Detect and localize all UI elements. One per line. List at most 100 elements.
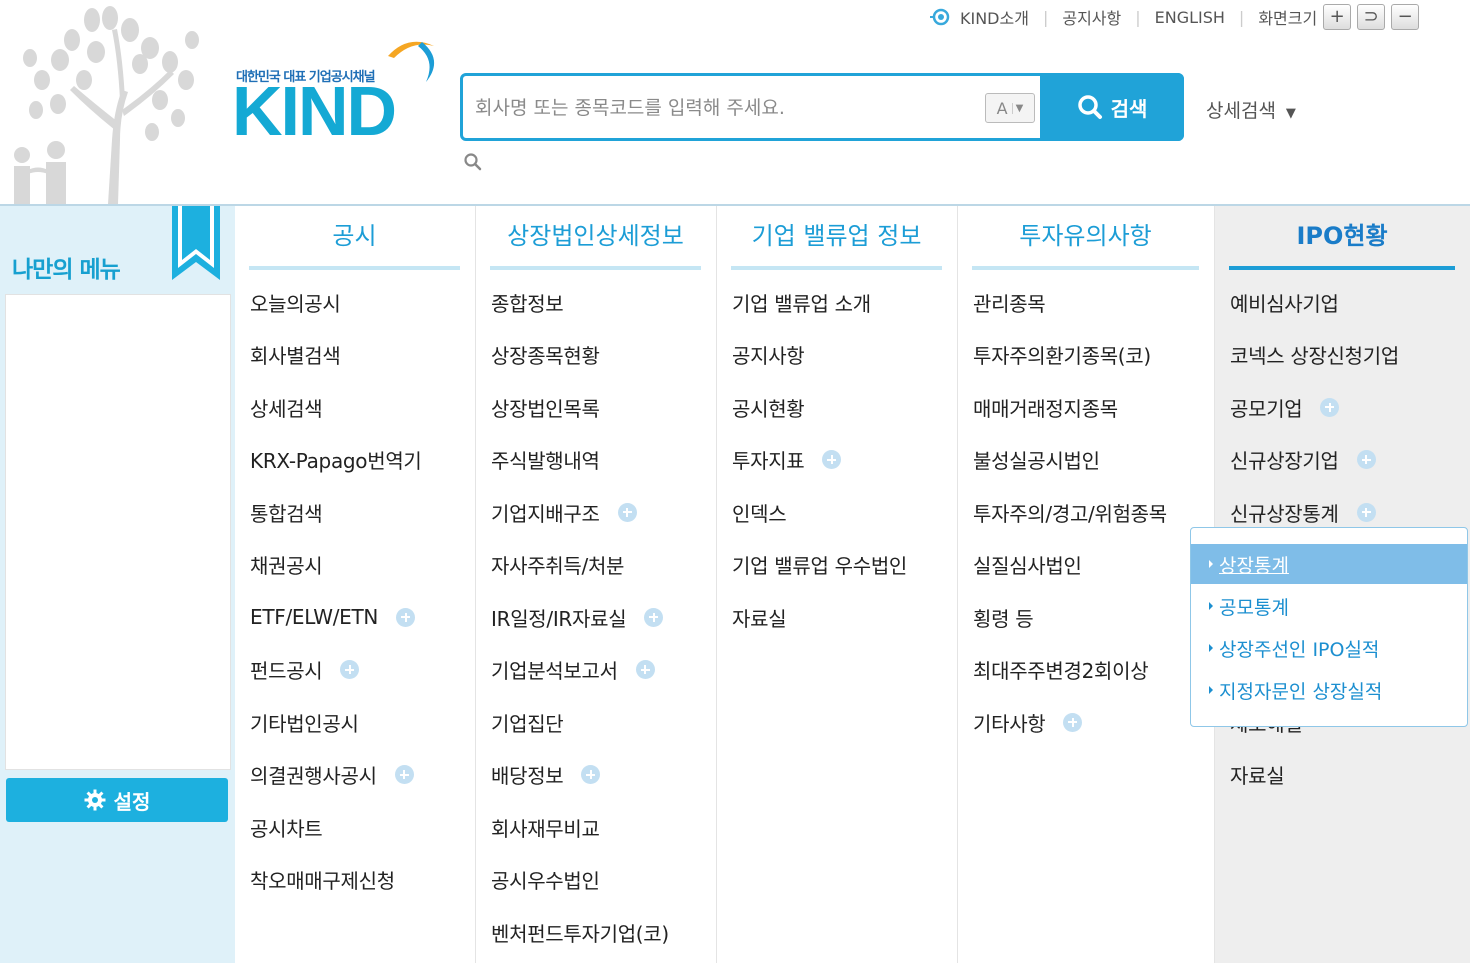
menu-item[interactable]: 기업분석보고서 xyxy=(491,644,669,697)
ipo-stats-submenu: 상장통계공모통계상장주선인 IPO실적지정자문인 상장실적 xyxy=(1190,527,1468,727)
expand-plus-icon[interactable] xyxy=(617,502,637,522)
menu-item[interactable]: 자료실 xyxy=(1230,749,1399,802)
menu-item[interactable]: 상세검색 xyxy=(250,381,422,434)
magnifier-icon[interactable] xyxy=(463,152,483,172)
menu-item[interactable]: 관리종목 xyxy=(973,276,1167,329)
submenu-item[interactable]: 지정자문인 상장실적 xyxy=(1191,670,1467,710)
kind-logo[interactable]: 대한민국 대표 기업공시채널 KIND xyxy=(232,36,442,146)
menu-column-title[interactable]: IPO현황 xyxy=(1229,218,1455,270)
menu-column-title[interactable]: 기업 밸류업 정보 xyxy=(731,218,942,270)
menu-item[interactable]: 투자주의/경고/위험종목 xyxy=(973,486,1167,539)
expand-plus-icon[interactable] xyxy=(1356,450,1376,470)
util-link-kind-intro[interactable]: KIND소개 xyxy=(960,5,1029,29)
menu-item[interactable]: 인덱스 xyxy=(732,486,907,539)
menu-item-list: 오늘의공시 회사별검색 상세검색 KRX-Papago번역기 통합검색 채권공시 ETF/E… xyxy=(250,276,422,906)
menu-item[interactable]: 예비심사기업 xyxy=(1230,276,1399,329)
submenu-item[interactable]: 상장주선인 IPO실적 xyxy=(1191,628,1467,668)
menu-item[interactable]: 불성실공시법인 xyxy=(973,434,1167,487)
menu-item[interactable]: 상장종목현황 xyxy=(491,329,669,382)
menu-item[interactable]: 공시차트 xyxy=(250,801,422,854)
submenu-item[interactable]: 공모통계 xyxy=(1191,586,1467,626)
expand-plus-icon[interactable] xyxy=(822,450,842,470)
menu-item[interactable]: 자사주취득/처분 xyxy=(491,539,669,592)
expand-plus-icon[interactable] xyxy=(1356,502,1376,522)
menu-item[interactable]: 공지사항 xyxy=(732,329,907,382)
autocomplete-toggle[interactable]: A ▼ xyxy=(985,93,1035,123)
menu-item[interactable]: 기업 밸류업 우수법인 xyxy=(732,539,907,592)
menu-item-label: 공지사항 xyxy=(732,344,805,369)
menu-item[interactable]: 오늘의공시 xyxy=(250,276,422,329)
expand-plus-icon[interactable] xyxy=(1063,712,1083,732)
menu-item[interactable]: 벤처펀드투자기업(코) xyxy=(491,906,669,959)
advanced-search-label: 상세검색 xyxy=(1206,100,1276,122)
menu-item[interactable]: 통합검색 xyxy=(250,486,422,539)
util-link-english[interactable]: ENGLISH xyxy=(1155,8,1225,27)
menu-column-title[interactable]: 공시 xyxy=(249,218,460,270)
menu-item[interactable]: IR일정/IR자료실 xyxy=(491,591,669,644)
submenu-item[interactable]: 상장통계 xyxy=(1191,544,1467,584)
menu-item[interactable]: 기업 밸류업 소개 xyxy=(732,276,907,329)
menu-item[interactable]: 코넥스 상장신청기업 xyxy=(1230,329,1399,382)
expand-plus-icon[interactable] xyxy=(394,765,414,785)
menu-item[interactable]: 기업지배구조 xyxy=(491,486,669,539)
menu-item[interactable]: 투자주의환기종목(코) xyxy=(973,329,1167,382)
menu-item-label: 투자주의/경고/위험종목 xyxy=(973,501,1167,526)
menu-item[interactable]: 최대주주변경2회이상 xyxy=(973,644,1167,697)
menu-item[interactable]: 기업집단 xyxy=(491,696,669,749)
menu-item[interactable]: KRX-Papago번역기 xyxy=(250,434,422,487)
menu-item-label: 벤처펀드투자기업(코) xyxy=(491,921,669,946)
menu-item[interactable]: 의결권행사공시 xyxy=(250,749,422,802)
menu-item-label: 투자지표 xyxy=(732,449,805,474)
menu-item-label: 인덱스 xyxy=(732,501,787,526)
menu-item[interactable]: 공시우수법인 xyxy=(491,854,669,907)
expand-plus-icon[interactable] xyxy=(340,660,360,680)
expand-plus-icon[interactable] xyxy=(1320,397,1340,417)
menu-item[interactable]: 기타법인공시 xyxy=(250,696,422,749)
menu-column-title[interactable]: 상장법인상세정보 xyxy=(490,218,701,270)
menu-item[interactable]: 공모기업 xyxy=(1230,381,1399,434)
search-input[interactable] xyxy=(473,90,977,126)
zoom-out-button[interactable]: − xyxy=(1391,4,1420,30)
menu-column-investment-caution: 투자유의사항관리종목투자주의환기종목(코) 매매거래정지종목 불성실공시법인투자주의… xyxy=(958,206,1215,963)
expand-plus-icon[interactable] xyxy=(635,660,655,680)
menu-item-label: 관리종목 xyxy=(973,291,1046,316)
menu-item[interactable]: 상장법인목록 xyxy=(491,381,669,434)
menu-item[interactable]: ETF/ELW/ETN xyxy=(250,591,422,644)
advanced-search-toggle[interactable]: 상세검색 ▼ xyxy=(1206,96,1296,123)
menu-item[interactable]: 기타사항 xyxy=(973,696,1167,749)
zoom-in-button[interactable]: + xyxy=(1323,4,1352,30)
menu-item-label: 신규상장기업 xyxy=(1230,449,1339,474)
menu-item-label: 기업분석보고서 xyxy=(491,659,618,684)
menu-item[interactable]: 배당정보 xyxy=(491,749,669,802)
settings-button[interactable]: 설정 xyxy=(6,778,228,822)
menu-item[interactable]: 착오매매구제신청 xyxy=(250,854,422,907)
util-link-notice[interactable]: 공지사항 xyxy=(1062,5,1121,29)
submenu-item-label: 지정자문인 상장실적 xyxy=(1219,680,1383,703)
menu-item[interactable]: 공시현황 xyxy=(732,381,907,434)
expand-plus-icon[interactable] xyxy=(396,607,416,627)
menu-item[interactable]: 신규상장기업 xyxy=(1230,434,1399,487)
menu-item[interactable]: 횡령 등 xyxy=(973,591,1167,644)
menu-column-title[interactable]: 투자유의사항 xyxy=(972,218,1199,270)
menu-item[interactable]: 채권공시 xyxy=(250,539,422,592)
menu-item[interactable]: 주식발행내역 xyxy=(491,434,669,487)
menu-item-label: 배당정보 xyxy=(491,764,564,789)
menu-item[interactable]: 투자지표 xyxy=(732,434,907,487)
menu-item-label: 예비심사기업 xyxy=(1230,291,1339,316)
menu-item[interactable]: 자료실 xyxy=(732,591,907,644)
menu-item[interactable]: 회사별검색 xyxy=(250,329,422,382)
submenu-item-label: 상장통계 xyxy=(1219,554,1289,577)
submenu-item-label: 상장주선인 IPO실적 xyxy=(1219,638,1380,661)
menu-item[interactable]: 매매거래정지종목 xyxy=(973,381,1167,434)
menu-item[interactable]: 종합정보 xyxy=(491,276,669,329)
search-button[interactable]: 검색 xyxy=(1040,73,1184,141)
menu-item-label: 기업집단 xyxy=(491,711,564,736)
zoom-reset-button[interactable]: ⊃ xyxy=(1357,4,1386,30)
menu-item[interactable]: 회사재무비교 xyxy=(491,801,669,854)
expand-plus-icon[interactable] xyxy=(581,765,601,785)
menu-item[interactable]: 펀드공시 xyxy=(250,644,422,697)
settings-label: 설정 xyxy=(113,789,151,814)
expand-plus-icon[interactable] xyxy=(644,607,664,627)
menu-item[interactable]: 실질심사법인 xyxy=(973,539,1167,592)
menu-item-label: 의결권행사공시 xyxy=(250,764,377,789)
